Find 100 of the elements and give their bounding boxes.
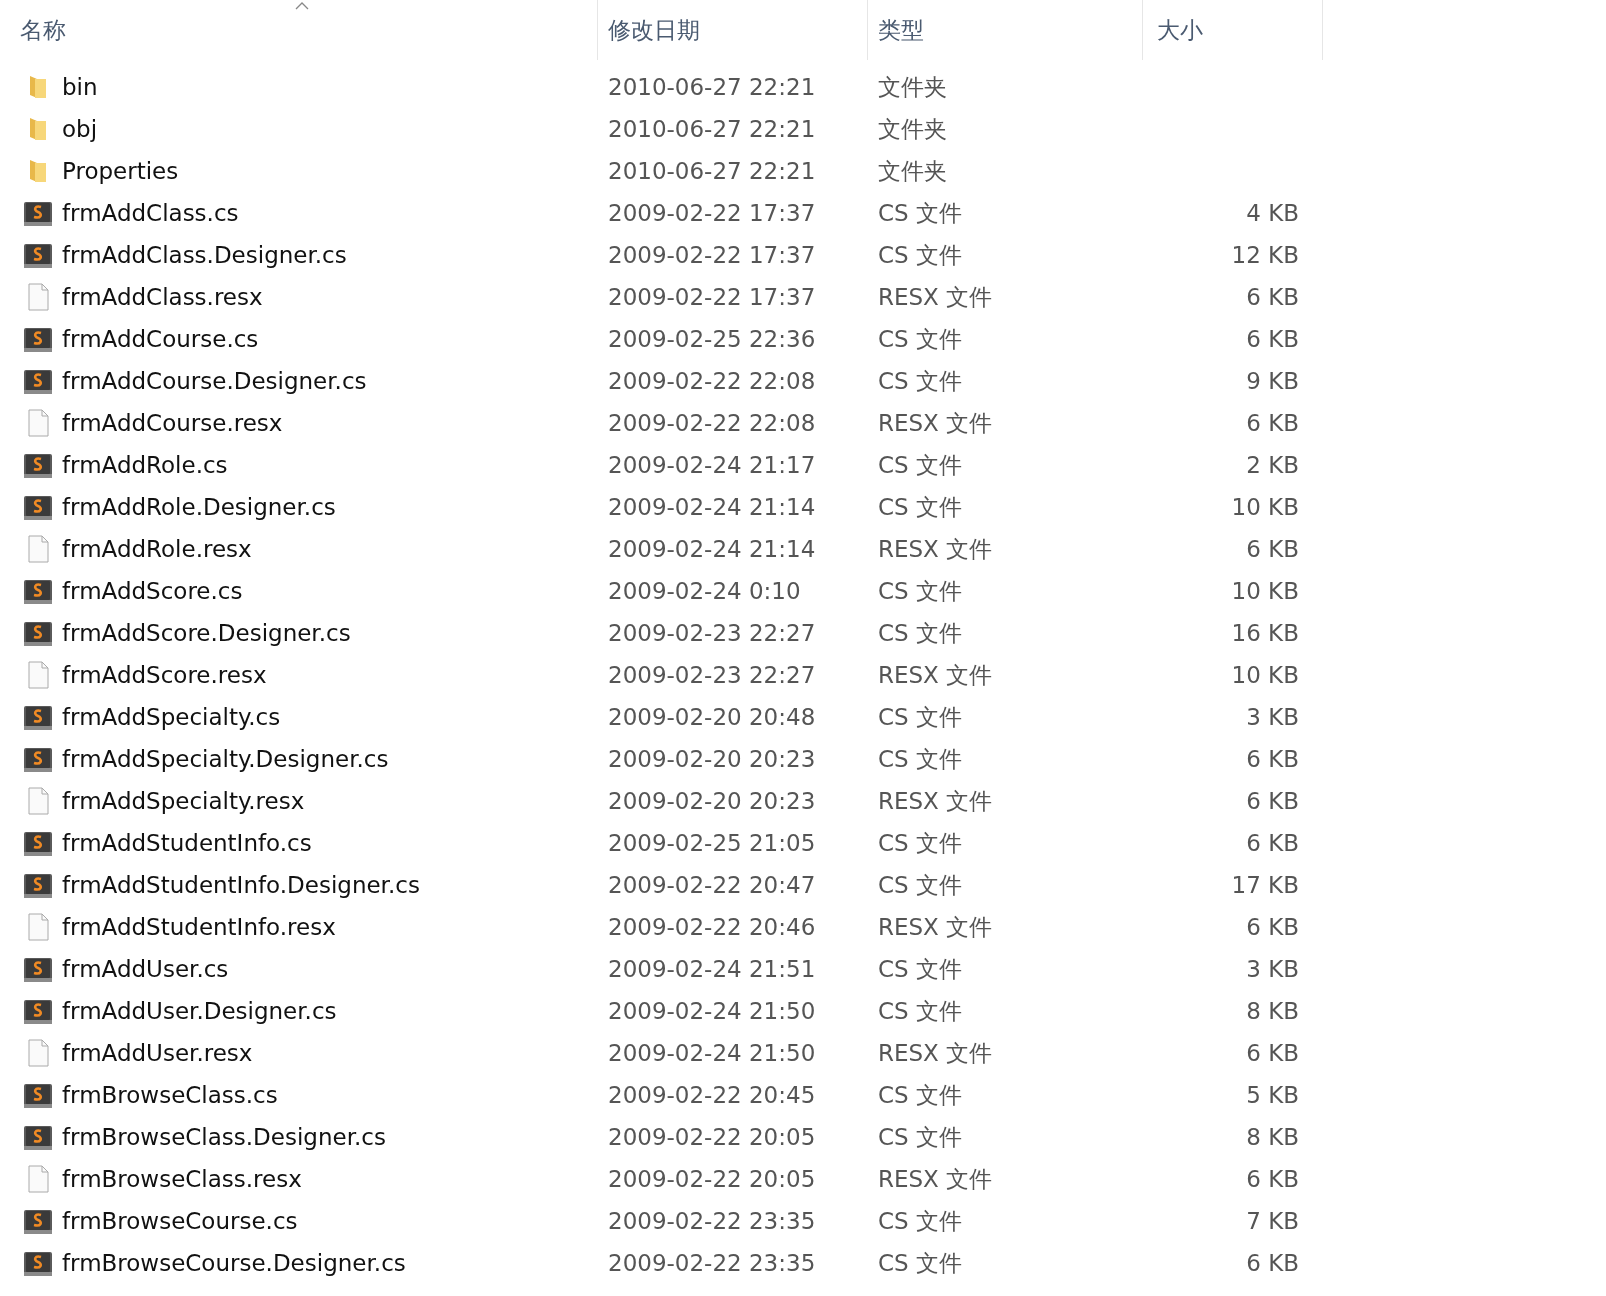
code-file-icon: [23, 703, 53, 731]
file-size: 10 KB: [1231, 578, 1299, 604]
code-file-icon: [23, 1123, 53, 1151]
file-type: CS 文件: [878, 198, 962, 228]
file-name[interactable]: frmAddClass.Designer.cs: [62, 242, 347, 268]
file-type: CS 文件: [878, 1080, 962, 1110]
file-size: 6 KB: [1246, 1040, 1299, 1066]
file-name[interactable]: frmBrowseClass.cs: [62, 1082, 278, 1108]
code-file-icon: [23, 367, 53, 395]
file-type: RESX 文件: [878, 912, 993, 942]
file-size: 10 KB: [1231, 662, 1299, 688]
file-name[interactable]: frmBrowseClass.resx: [62, 1166, 302, 1192]
file-name[interactable]: frmAddCourse.cs: [62, 326, 259, 352]
file-size: 8 KB: [1246, 1124, 1299, 1150]
file-size: 3 KB: [1246, 956, 1299, 982]
code-file-icon: [23, 871, 53, 899]
folder-icon: [28, 74, 48, 100]
file-name[interactable]: frmBrowseCourse.Designer.cs: [62, 1250, 406, 1276]
file-size: 6 KB: [1246, 746, 1299, 772]
modified-date: 2009-02-22 20:45: [608, 1082, 816, 1108]
file-name[interactable]: frmAddRole.resx: [62, 536, 252, 562]
file-type: CS 文件: [878, 1206, 962, 1236]
modified-date: 2009-02-22 20:05: [608, 1166, 816, 1192]
modified-date: 2009-02-25 21:05: [608, 830, 816, 856]
file-type: CS 文件: [878, 492, 962, 522]
file-name[interactable]: frmAddRole.cs: [62, 452, 228, 478]
file-name[interactable]: frmAddUser.resx: [62, 1040, 253, 1066]
code-file-icon: [23, 325, 53, 353]
modified-date: 2009-02-22 20:05: [608, 1124, 816, 1150]
file-name[interactable]: frmAddClass.resx: [62, 284, 263, 310]
modified-date: 2009-02-24 21:14: [608, 494, 816, 520]
file-icon: [27, 1165, 49, 1193]
file-name[interactable]: frmAddClass.cs: [62, 200, 239, 226]
file-name[interactable]: frmAddScore.cs: [62, 578, 243, 604]
file-name[interactable]: frmAddStudentInfo.resx: [62, 914, 336, 940]
code-file-icon: [23, 745, 53, 773]
file-icon: [27, 661, 49, 689]
file-name[interactable]: frmBrowseCourse.cs: [62, 1208, 298, 1234]
modified-date: 2009-02-24 21:50: [608, 1040, 816, 1066]
modified-date: 2009-02-22 22:08: [608, 410, 816, 436]
file-type: CS 文件: [878, 576, 962, 606]
file-type: RESX 文件: [878, 282, 993, 312]
file-name[interactable]: bin: [62, 74, 98, 100]
file-type: CS 文件: [878, 828, 962, 858]
modified-date: 2009-02-22 22:08: [608, 368, 816, 394]
file-name[interactable]: frmAddStudentInfo.Designer.cs: [62, 872, 420, 898]
file-size: 16 KB: [1231, 620, 1299, 646]
file-name[interactable]: frmBrowseClass.Designer.cs: [62, 1124, 386, 1150]
file-size: 6 KB: [1246, 830, 1299, 856]
file-type: 文件夹: [878, 156, 947, 186]
file-name[interactable]: obj: [62, 116, 98, 142]
modified-date: 2009-02-24 21:51: [608, 956, 816, 982]
file-name[interactable]: frmAddScore.Designer.cs: [62, 620, 351, 646]
file-name[interactable]: frmAddCourse.resx: [62, 410, 283, 436]
file-name[interactable]: frmAddUser.cs: [62, 956, 229, 982]
file-type: CS 文件: [878, 618, 962, 648]
modified-date: 2009-02-24 21:14: [608, 536, 816, 562]
column-header[interactable]: 类型: [868, 0, 1143, 60]
file-icon: [27, 787, 49, 815]
file-type: CS 文件: [878, 1248, 962, 1278]
modified-date: 2009-02-20 20:48: [608, 704, 816, 730]
file-type: CS 文件: [878, 702, 962, 732]
file-name[interactable]: frmAddRole.Designer.cs: [62, 494, 336, 520]
modified-date: 2009-02-22 20:47: [608, 872, 816, 898]
file-name[interactable]: frmAddSpecialty.resx: [62, 788, 305, 814]
modified-date: 2010-06-27 22:21: [608, 116, 816, 142]
file-name[interactable]: frmAddUser.Designer.cs: [62, 998, 337, 1024]
file-type: RESX 文件: [878, 786, 993, 816]
file-name[interactable]: frmAddCourse.Designer.cs: [62, 368, 367, 394]
folder-icon: [28, 158, 48, 184]
code-file-icon: [23, 577, 53, 605]
file-size: 6 KB: [1246, 788, 1299, 814]
file-size: 6 KB: [1246, 536, 1299, 562]
file-size: 2 KB: [1246, 452, 1299, 478]
file-type: CS 文件: [878, 996, 962, 1026]
file-name[interactable]: frmAddSpecialty.Designer.cs: [62, 746, 389, 772]
file-icon: [27, 535, 49, 563]
file-type: CS 文件: [878, 450, 962, 480]
modified-date: 2009-02-20 20:23: [608, 746, 816, 772]
modified-date: 2009-02-24 21:50: [608, 998, 816, 1024]
file-type: 文件夹: [878, 114, 947, 144]
column-header[interactable]: 修改日期: [598, 0, 868, 60]
column-header[interactable]: 名称: [10, 0, 598, 60]
modified-date: 2009-02-22 23:35: [608, 1250, 816, 1276]
file-size: 3 KB: [1246, 704, 1299, 730]
file-size: 10 KB: [1231, 494, 1299, 520]
file-name[interactable]: frmAddSpecialty.cs: [62, 704, 281, 730]
file-name[interactable]: frmAddScore.resx: [62, 662, 267, 688]
file-name[interactable]: Properties: [62, 158, 179, 184]
code-file-icon: [23, 997, 53, 1025]
code-file-icon: [23, 199, 53, 227]
modified-date: 2009-02-23 22:27: [608, 662, 816, 688]
file-name[interactable]: frmAddStudentInfo.cs: [62, 830, 312, 856]
modified-date: 2009-02-24 0:10: [608, 578, 801, 604]
code-file-icon: [23, 1081, 53, 1109]
modified-date: 2009-02-22 23:35: [608, 1208, 816, 1234]
file-type: CS 文件: [878, 954, 962, 984]
file-type: CS 文件: [878, 240, 962, 270]
column-header[interactable]: 大小: [1143, 0, 1323, 60]
file-type: CS 文件: [878, 870, 962, 900]
